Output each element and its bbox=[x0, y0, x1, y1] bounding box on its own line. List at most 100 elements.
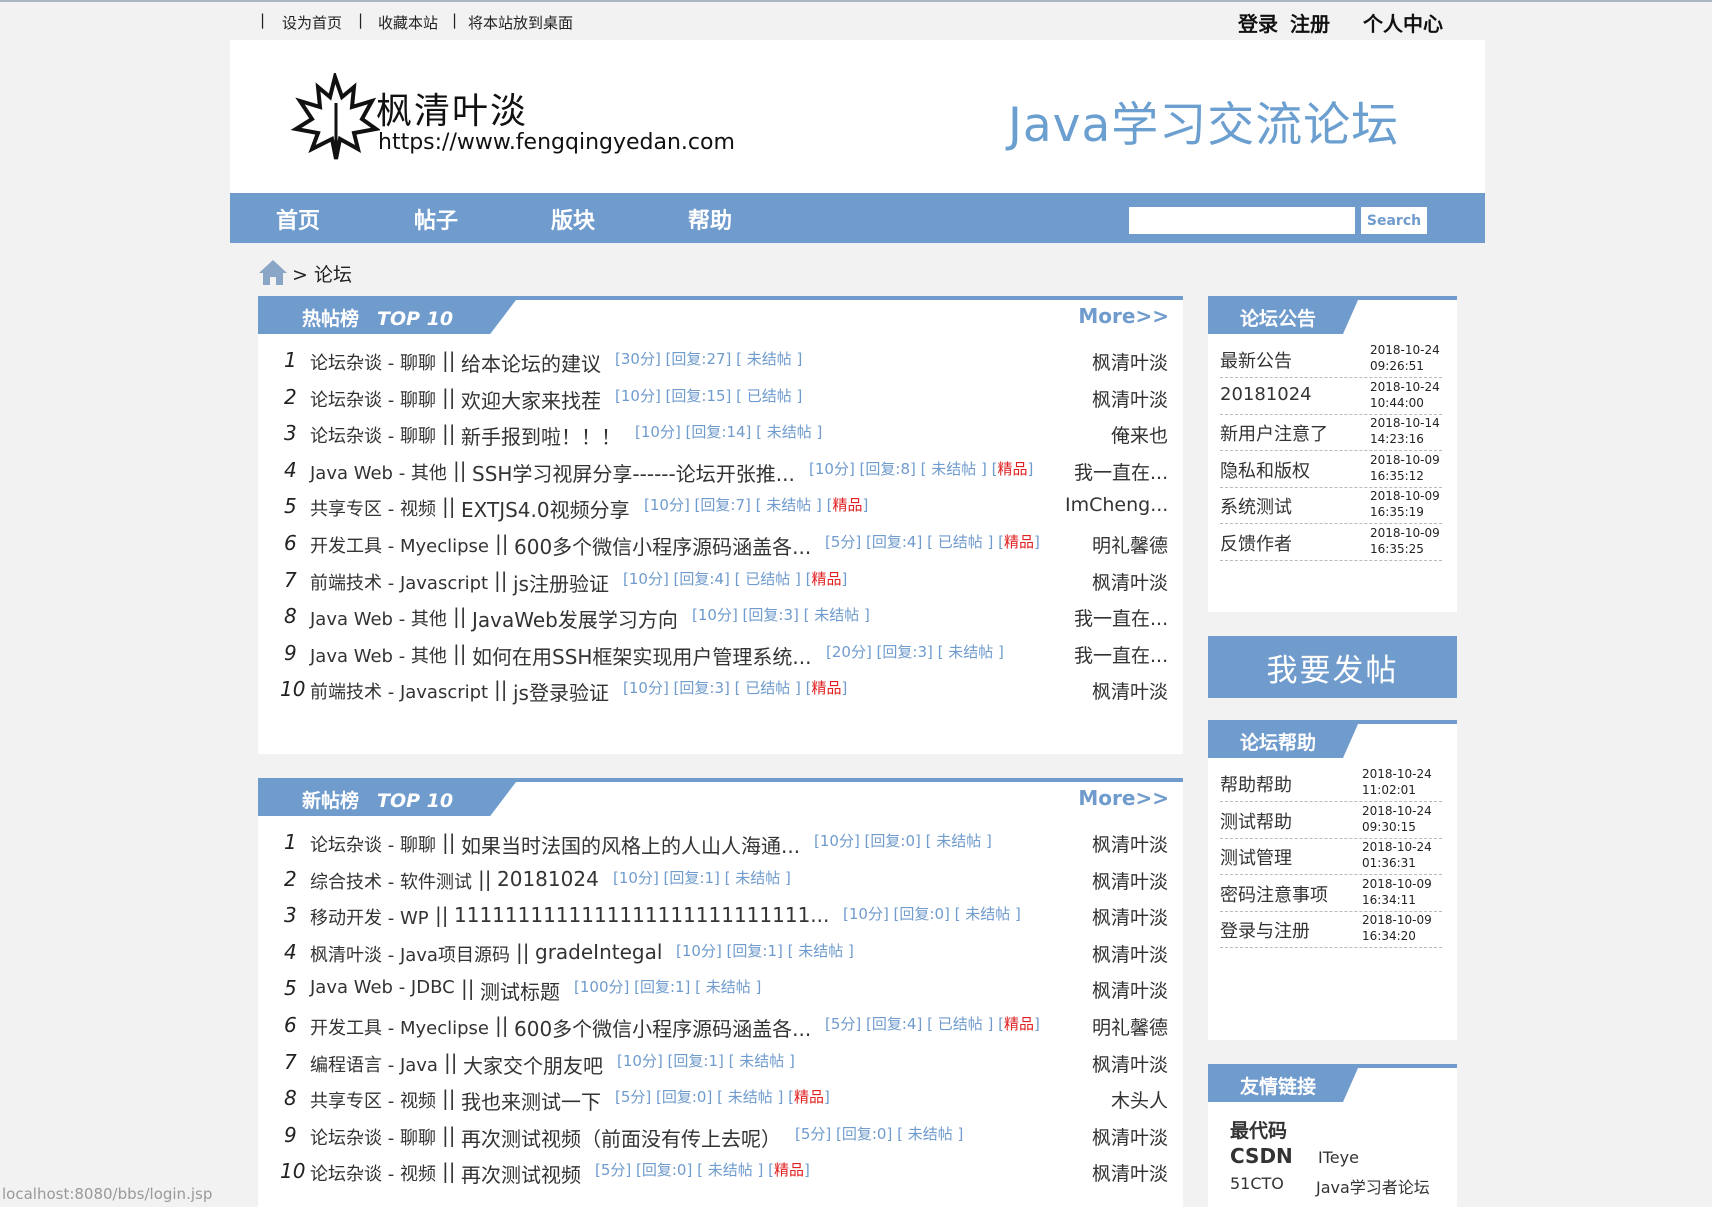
post-author-link[interactable]: 枫清叶淡 bbox=[1092, 903, 1168, 930]
post-category-link[interactable]: 论坛杂谈 - 聊聊 bbox=[310, 349, 436, 375]
post-title-link[interactable]: JavaWeb发展学习方向 bbox=[472, 604, 678, 633]
post-category-link[interactable]: 综合技术 - 软件测试 bbox=[310, 868, 472, 894]
set-homepage-link[interactable]: 设为首页 bbox=[282, 12, 342, 33]
post-title-link[interactable]: 600多个微信小程序源码涵盖各... bbox=[514, 1013, 811, 1042]
post-author-link[interactable]: 枫清叶淡 bbox=[1092, 1123, 1168, 1150]
side-item-title-link[interactable]: 登录与注册 bbox=[1220, 917, 1310, 943]
post-rank: 6 bbox=[284, 531, 297, 555]
post-category-link[interactable]: Java Web - 其他 bbox=[310, 459, 447, 485]
side-item-title-link[interactable]: 测试帮助 bbox=[1220, 808, 1292, 834]
hot-more-link[interactable]: More>> bbox=[1078, 304, 1169, 328]
post-author-link[interactable]: 枫清叶淡 bbox=[1092, 385, 1168, 412]
post-rank: 1 bbox=[284, 830, 297, 854]
post-category-link[interactable]: 开发工具 - Myeclipse bbox=[310, 532, 489, 558]
post-author-link[interactable]: 我一直在... bbox=[1074, 641, 1168, 668]
post-category-link[interactable]: Java Web - JDBC bbox=[310, 977, 455, 998]
post-author-link[interactable]: 木头人 bbox=[1111, 1086, 1168, 1113]
search-button[interactable]: Search bbox=[1361, 207, 1427, 234]
post-author-link[interactable]: 枫清叶淡 bbox=[1092, 940, 1168, 967]
side-item-title-link[interactable]: 隐私和版权 bbox=[1220, 457, 1310, 483]
post-title-link[interactable]: 测试标题 bbox=[480, 976, 560, 1005]
post-author-link[interactable]: 枫清叶淡 bbox=[1092, 976, 1168, 1003]
post-category-link[interactable]: 编程语言 - Java bbox=[310, 1051, 438, 1077]
post-author-link[interactable]: 枫清叶淡 bbox=[1092, 1159, 1168, 1186]
login-link[interactable]: 登录 bbox=[1238, 8, 1278, 37]
post-title-link[interactable]: 再次测试视频 bbox=[461, 1159, 581, 1188]
post-author-link[interactable]: 枫清叶淡 bbox=[1092, 830, 1168, 857]
register-link[interactable]: 注册 bbox=[1290, 8, 1330, 37]
friend-link[interactable]: ITeye bbox=[1318, 1148, 1359, 1167]
friend-link[interactable]: Java学习者论坛 bbox=[1316, 1174, 1430, 1198]
post-title-link[interactable]: js登录验证 bbox=[513, 677, 609, 706]
post-author-link[interactable]: 俺来也 bbox=[1111, 421, 1168, 448]
post-author-link[interactable]: 枫清叶淡 bbox=[1092, 348, 1168, 375]
title-separator: || bbox=[442, 1122, 456, 1147]
post-title-link[interactable]: 新手报到啦！！！ bbox=[461, 421, 621, 450]
user-center-link[interactable]: 个人中心 bbox=[1363, 8, 1443, 37]
post-category-link[interactable]: 论坛杂谈 - 视频 bbox=[310, 1160, 436, 1186]
post-category-link[interactable]: 论坛杂谈 - 聊聊 bbox=[310, 386, 436, 412]
post-title-link[interactable]: EXTJS4.0视频分享 bbox=[461, 494, 630, 523]
post-category-link[interactable]: 前端技术 - Javascript bbox=[310, 569, 488, 595]
post-title-link[interactable]: 20181024 bbox=[497, 867, 599, 891]
post-category-link[interactable]: 共享专区 - 视频 bbox=[310, 495, 436, 521]
post-title-link[interactable]: 欢迎大家来找茬 bbox=[461, 385, 601, 414]
post-category-link[interactable]: 共享专区 - 视频 bbox=[310, 1087, 436, 1113]
side-item-title-link[interactable]: 系统测试 bbox=[1220, 493, 1292, 519]
side-item-title-link[interactable]: 帮助帮助 bbox=[1220, 771, 1292, 797]
post-title-link[interactable]: js注册验证 bbox=[513, 568, 609, 597]
post-category-link[interactable]: Java Web - 其他 bbox=[310, 642, 447, 668]
post-author-link[interactable]: 明礼馨德 bbox=[1092, 531, 1168, 558]
friend-link[interactable]: 51CTO bbox=[1230, 1174, 1284, 1193]
post-category-link[interactable]: 论坛杂谈 - 聊聊 bbox=[310, 831, 436, 857]
post-title-link[interactable]: 600多个微信小程序源码涵盖各... bbox=[514, 531, 811, 560]
nav-home[interactable]: 首页 bbox=[276, 203, 320, 235]
post-category-link[interactable]: 移动开发 - WP bbox=[310, 904, 429, 930]
post-meta: [10分] [回复:0] [ 未结帖 ] bbox=[843, 903, 1021, 924]
side-item-title-link[interactable]: 密码注意事项 bbox=[1220, 881, 1328, 907]
side-item-title-link[interactable]: 新用户注意了 bbox=[1220, 420, 1328, 446]
side-item-title-link[interactable]: 最新公告 bbox=[1220, 347, 1292, 373]
side-item-title-link[interactable]: 测试管理 bbox=[1220, 844, 1292, 870]
bookmark-site-link[interactable]: 收藏本站 bbox=[378, 12, 438, 33]
side-item-date: 2018-10-09 16:34:20 bbox=[1362, 912, 1432, 944]
side-item-title-link[interactable]: 反馈作者 bbox=[1220, 530, 1292, 556]
post-author-link[interactable]: 我一直在... bbox=[1074, 604, 1168, 631]
post-title-link[interactable]: 我也来测试一下 bbox=[461, 1086, 601, 1115]
post-author-link[interactable]: 枫清叶淡 bbox=[1092, 1050, 1168, 1077]
post-author-link[interactable]: 枫清叶淡 bbox=[1092, 867, 1168, 894]
friend-link[interactable]: CSDN bbox=[1230, 1144, 1293, 1168]
post-author-link[interactable]: 枫清叶淡 bbox=[1092, 677, 1168, 704]
post-title-link[interactable]: gradeIntegal bbox=[535, 940, 662, 964]
post-title-link[interactable]: 给本论坛的建议 bbox=[461, 348, 601, 377]
post-author-link[interactable]: 枫清叶淡 bbox=[1092, 568, 1168, 595]
home-icon[interactable] bbox=[258, 258, 288, 286]
nav-help[interactable]: 帮助 bbox=[688, 203, 732, 235]
side-item-title-link[interactable]: 20181024 bbox=[1220, 384, 1312, 405]
search-input[interactable] bbox=[1129, 207, 1355, 234]
post-author-link[interactable]: 我一直在... bbox=[1074, 458, 1168, 485]
maple-leaf-logo-icon[interactable] bbox=[290, 73, 380, 163]
post-author-link[interactable]: 明礼馨德 bbox=[1092, 1013, 1168, 1040]
post-title-link[interactable]: SSH学习视屏分享------论坛开张推... bbox=[472, 458, 795, 487]
post-title-link[interactable]: 大家交个朋友吧 bbox=[463, 1050, 603, 1079]
post-category-link[interactable]: 前端技术 - Javascript bbox=[310, 678, 488, 704]
post-author-link[interactable]: ImCheng... bbox=[1065, 494, 1168, 516]
nav-posts[interactable]: 帖子 bbox=[414, 203, 458, 235]
new-more-link[interactable]: More>> bbox=[1078, 786, 1169, 810]
post-category-link[interactable]: 论坛杂谈 - 聊聊 bbox=[310, 422, 436, 448]
post-title-link[interactable]: 1111111111111111111111111111... bbox=[454, 903, 829, 927]
post-category-link[interactable]: 枫清叶淡 - Java项目源码 bbox=[310, 941, 510, 967]
post-title-link[interactable]: 如何在用SSH框架实现用户管理系统... bbox=[472, 641, 812, 670]
post-category-link[interactable]: 开发工具 - Myeclipse bbox=[310, 1014, 489, 1040]
post-category-link[interactable]: Java Web - 其他 bbox=[310, 605, 447, 631]
new-post-button[interactable]: 我要发帖 bbox=[1208, 636, 1457, 698]
post-title-link[interactable]: 如果当时法国的风格上的人山人海通... bbox=[461, 830, 800, 859]
add-to-desktop-link[interactable]: 将本站放到桌面 bbox=[468, 12, 573, 33]
post-title-link[interactable]: 再次测试视频（前面没有传上去呢） bbox=[461, 1123, 781, 1152]
post-category-link[interactable]: 论坛杂谈 - 聊聊 bbox=[310, 1124, 436, 1150]
nav-boards[interactable]: 版块 bbox=[551, 203, 595, 235]
friend-link[interactable]: 最代码 bbox=[1230, 1116, 1287, 1143]
post-row: 5 Java Web - JDBC || 测试标题 [100分] [回复:1] [ 未结… bbox=[258, 968, 1183, 1008]
date-line: 2018-10-24 bbox=[1362, 803, 1432, 818]
